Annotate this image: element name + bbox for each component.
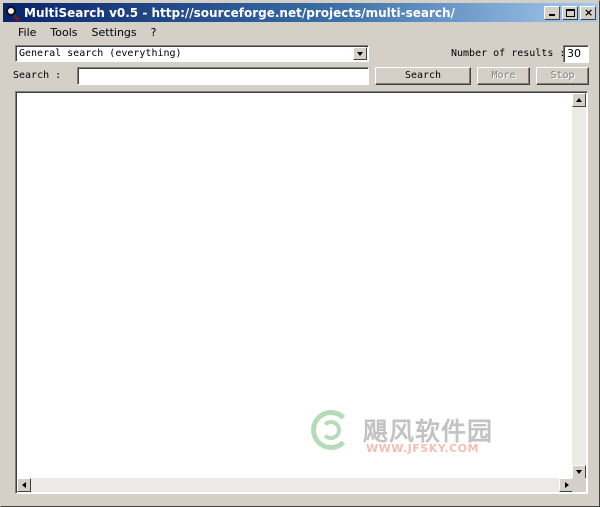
arrow-down-icon [576,470,582,474]
swirl-inner-icon [321,420,341,440]
search-type-select[interactable]: General search (everything) [15,45,369,62]
scroll-down-button[interactable] [572,465,586,479]
arrow-right-icon [565,482,569,488]
stop-button[interactable]: Stop [536,67,589,85]
window-title: MultiSearch v0.5 - http://sourceforge.ne… [24,5,455,20]
maximize-icon [566,8,575,17]
watermark-logo: 飓风软件园 WWW.JFSKY.COM [311,410,531,460]
scroll-left-button[interactable] [17,478,31,492]
results-pane[interactable]: 飓风软件园 WWW.JFSKY.COM [15,91,588,494]
close-icon: × [584,5,594,19]
menu-help[interactable]: ? [144,23,164,42]
menu-bar: File Tools Settings ? [5,23,164,42]
more-button[interactable]: More [477,67,530,85]
menu-tools[interactable]: Tools [43,23,84,42]
window-controls: × [542,5,596,20]
title-bar[interactable]: MultiSearch v0.5 - http://sourceforge.ne… [3,3,598,22]
search-type-value: General search (everything) [19,48,182,59]
main-window: MultiSearch v0.5 - http://sourceforge.ne… [0,0,600,507]
arrow-up-icon [576,98,582,102]
minimize-icon [549,13,555,16]
results-count-input[interactable]: 30 [563,45,589,63]
maximize-button[interactable] [562,5,578,20]
search-input[interactable] [77,67,369,85]
dropdown-button[interactable] [353,47,367,60]
search-label: Search : [13,70,62,81]
horizontal-scrollbar[interactable] [17,478,573,492]
scroll-right-button[interactable] [559,478,573,492]
close-button[interactable]: × [580,5,596,20]
scrollbar-corner [572,478,586,492]
minimize-button[interactable] [544,5,560,20]
arrow-left-icon [22,482,26,488]
menu-file[interactable]: File [5,23,43,42]
vertical-scrollbar[interactable] [572,93,586,479]
results-count-label: Number of results : [451,48,566,59]
magnifier-icon [5,5,21,22]
menu-settings[interactable]: Settings [85,23,144,42]
search-button[interactable]: Search [375,67,471,85]
watermark-url: WWW.JFSKY.COM [366,442,479,455]
chevron-down-icon [357,52,363,56]
scroll-up-button[interactable] [572,93,586,107]
